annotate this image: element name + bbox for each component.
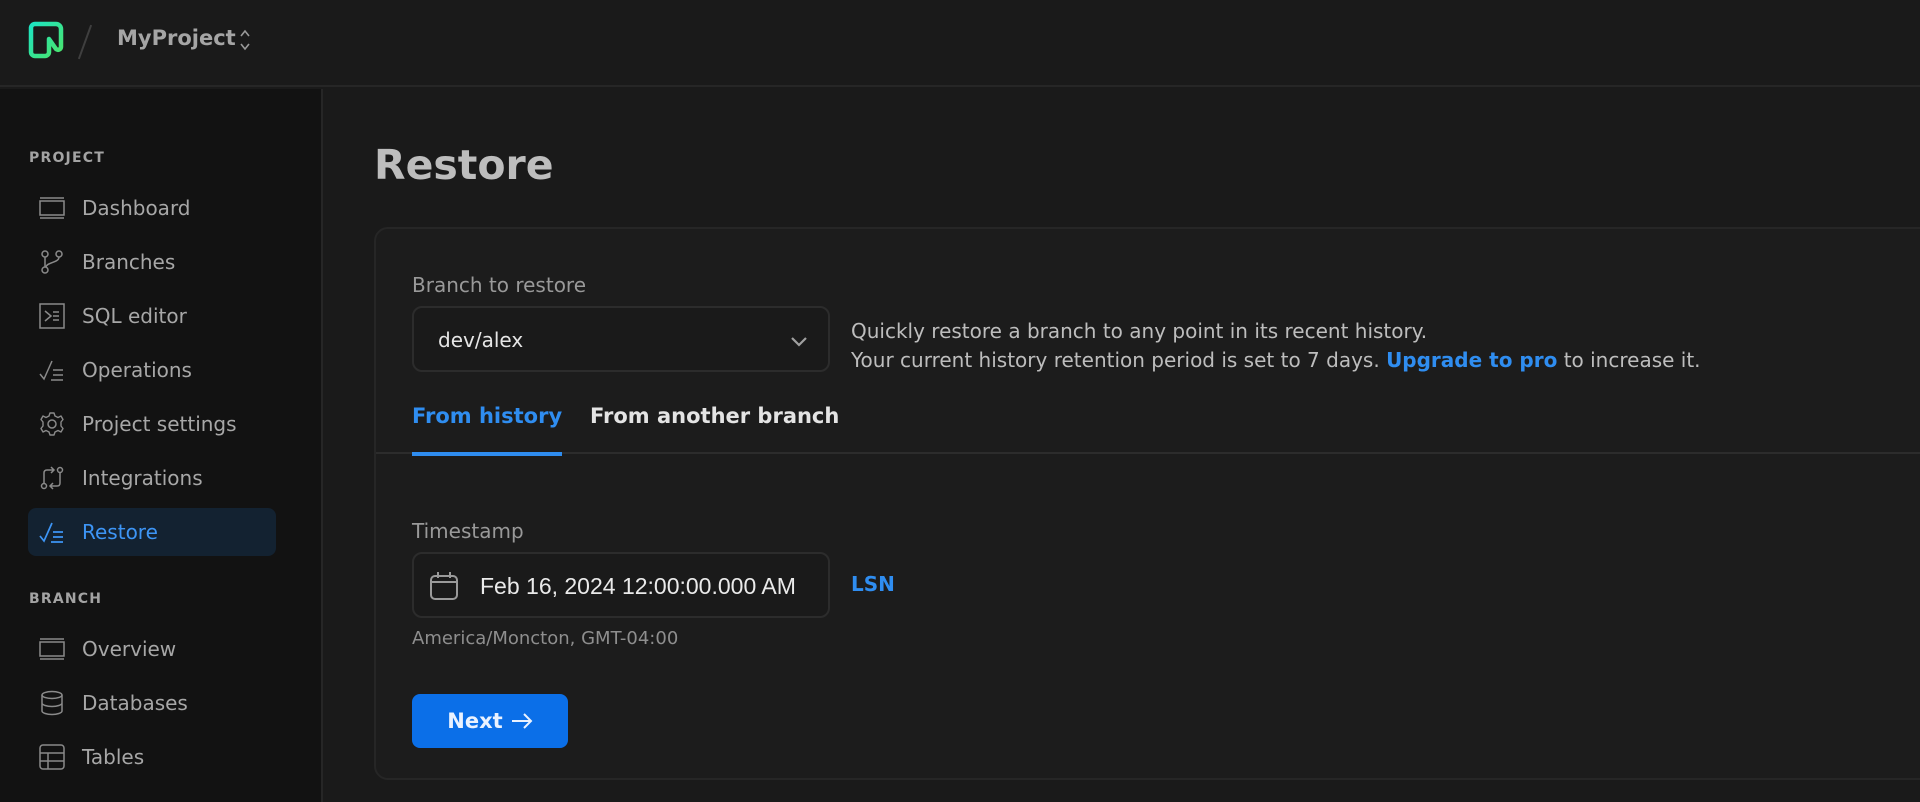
timestamp-value: Feb 16, 2024 12:00:00.000 AM (480, 573, 796, 599)
section-label-branch: BRANCH (29, 591, 103, 607)
sidebar-item-overview[interactable]: Overview (28, 625, 276, 673)
sidebar-item-dashboard[interactable]: Dashboard (28, 184, 276, 232)
sidebar-item-tables[interactable]: Tables (28, 733, 276, 781)
sidebar-item-label: Dashboard (82, 196, 191, 220)
sql-editor-icon (39, 303, 65, 329)
sidebar-item-integrations[interactable]: Integrations (28, 454, 276, 502)
sidebar-item-label: Databases (82, 691, 188, 715)
restore-card: Branch to restore dev/alex Quickly resto… (374, 227, 1920, 780)
sidebar-item-branches[interactable]: Branches (28, 238, 276, 286)
timezone-text: America/Moncton, GMT-04:00 (412, 628, 679, 649)
arrow-right-icon (511, 713, 533, 729)
main-content: Restore Branch to restore dev/alex Quick… (325, 89, 1920, 802)
sidebar-item-operations[interactable]: Operations (28, 346, 276, 394)
chevron-down-icon (791, 337, 807, 347)
sidebar-item-label: Integrations (82, 466, 203, 490)
dashboard-icon (39, 195, 65, 221)
sidebar-item-databases[interactable]: Databases (28, 679, 276, 727)
next-button[interactable]: Next (412, 694, 568, 748)
restore-icon (39, 519, 65, 545)
page-title: Restore (374, 141, 554, 189)
gear-icon (39, 411, 65, 437)
upgrade-link[interactable]: Upgrade to pro (1386, 348, 1557, 372)
next-button-label: Next (447, 709, 503, 733)
help-line-2-suffix: to increase it. (1563, 348, 1701, 372)
sidebar-item-label: Restore (82, 520, 158, 544)
tab-from-another-branch[interactable]: From another branch (590, 404, 839, 454)
timestamp-label: Timestamp (412, 519, 524, 543)
restore-tabs: From history From another branch (376, 404, 1920, 456)
database-icon (39, 690, 65, 716)
sidebar-item-label: Overview (82, 637, 177, 661)
sidebar-item-label: Branches (82, 250, 176, 274)
calendar-icon (430, 572, 458, 600)
branch-select[interactable]: dev/alex (412, 306, 830, 372)
tab-from-history[interactable]: From history (412, 404, 563, 456)
restore-help-text: Quickly restore a branch to any point in… (851, 317, 1701, 375)
section-label-project: PROJECT (29, 150, 105, 166)
branch-select-value: dev/alex (438, 328, 524, 352)
breadcrumb-separator (77, 24, 93, 60)
sidebar-item-project-settings[interactable]: Project settings (28, 400, 276, 448)
help-line-1: Quickly restore a branch to any point in… (851, 319, 1428, 343)
branch-field-label: Branch to restore (412, 273, 587, 297)
sidebar-item-sql-editor[interactable]: SQL editor (28, 292, 276, 340)
sidebar-item-label: SQL editor (82, 304, 187, 328)
sidebar-item-label: Operations (82, 358, 192, 382)
sidebar-item-label: Tables (82, 745, 145, 769)
sidebar-item-label: Project settings (82, 412, 237, 436)
neon-logo-icon[interactable] (28, 21, 64, 59)
top-bar: MyProject (0, 0, 1920, 87)
operations-icon (39, 357, 65, 383)
overview-icon (39, 636, 65, 662)
chevron-up-down-icon[interactable] (238, 27, 252, 53)
branch-icon (39, 249, 65, 275)
sidebar-item-restore[interactable]: Restore (28, 508, 276, 556)
project-name[interactable]: MyProject (117, 26, 236, 50)
sidebar: PROJECT Dashboard Branches SQL editor Op… (0, 89, 323, 802)
help-line-2-prefix: Your current history retention period is… (851, 348, 1380, 372)
lsn-link[interactable]: LSN (851, 572, 895, 596)
integrations-icon (39, 465, 65, 491)
table-icon (39, 744, 65, 770)
help-line-2: Your current history retention period is… (851, 346, 1701, 375)
timestamp-input[interactable]: Feb 16, 2024 12:00:00.000 AM (412, 552, 830, 618)
